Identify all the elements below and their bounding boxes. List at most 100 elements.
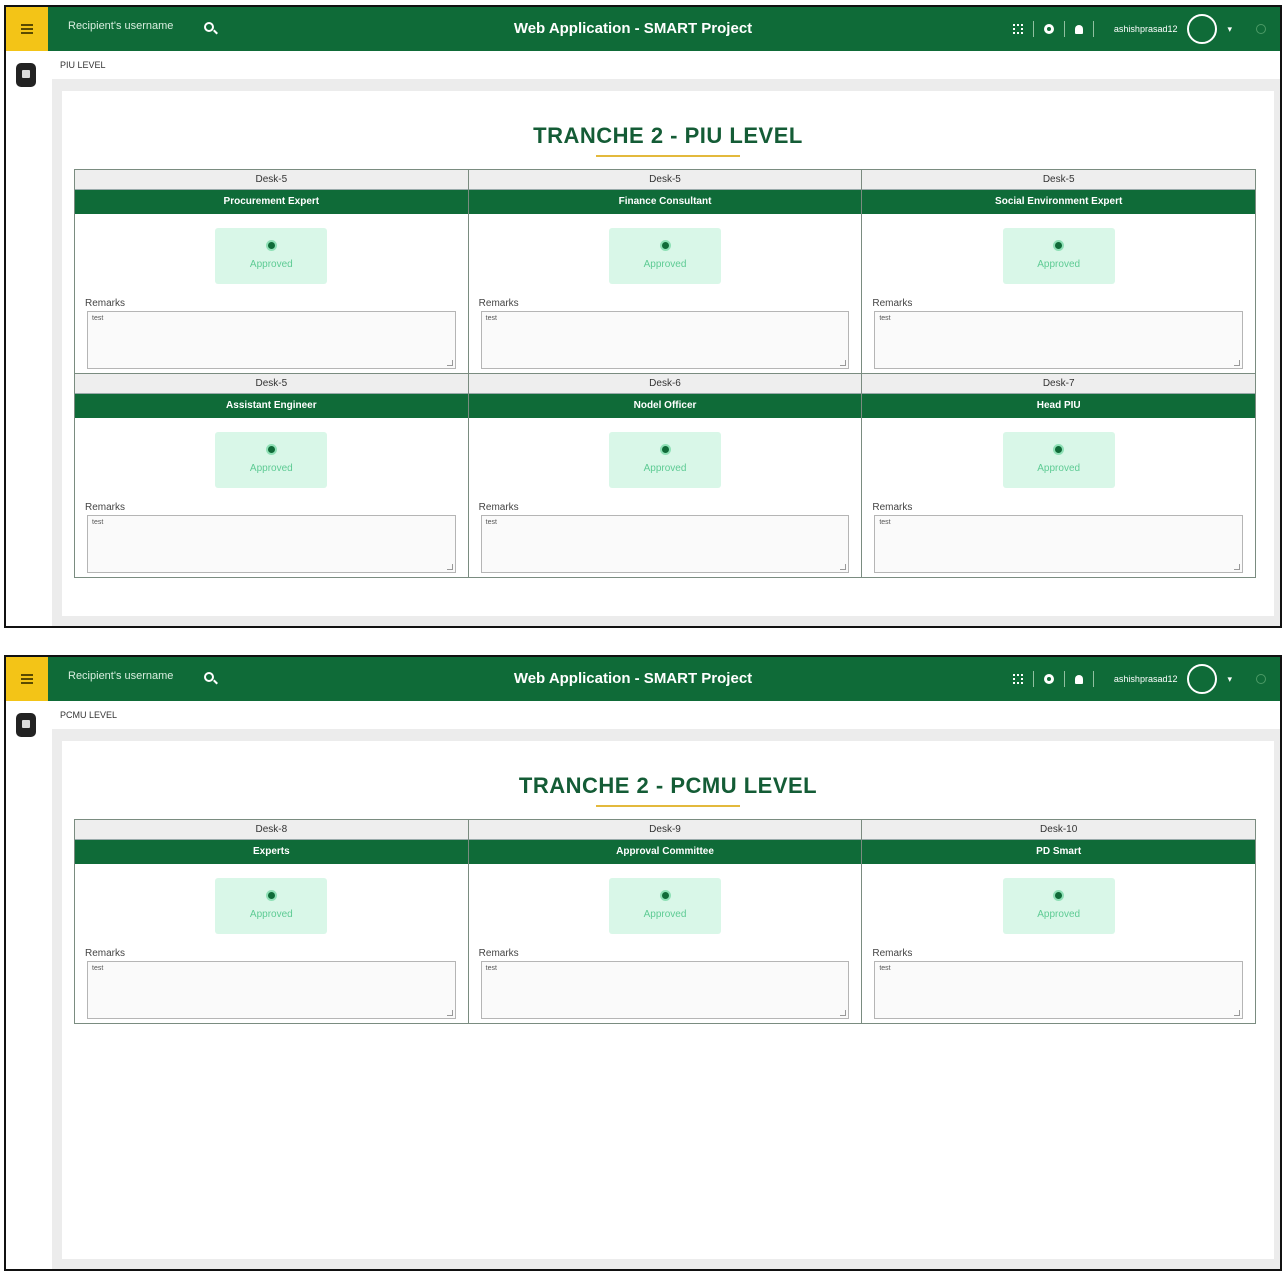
remarks-textarea[interactable]: test (87, 515, 456, 573)
role-title: PD Smart (862, 840, 1256, 864)
remarks-label: Remarks (872, 502, 913, 513)
remarks-textarea[interactable]: test (480, 961, 850, 1019)
divider (1032, 21, 1034, 37)
main-panel: TRANCHE 2 - PCMU LEVEL Desk-8 Experts Appr… (62, 741, 1274, 1259)
fullscreen-icon[interactable] (1012, 674, 1023, 684)
role-title: Social Environment Expert (862, 190, 1256, 214)
chevron-down-icon[interactable]: ▾ (1227, 24, 1232, 35)
status-badge: Approved (215, 228, 328, 284)
remarks-textarea[interactable]: test (480, 515, 850, 573)
status-text: Approved (1037, 259, 1081, 270)
role-title: Nodel Officer (468, 394, 862, 418)
status-text: Approved (1037, 909, 1081, 920)
desk-row: Desk-5 Assistant Engineer Approved Remarks t… (75, 373, 1256, 577)
remarks-textarea[interactable]: test (874, 961, 1244, 1019)
desk-card: Desk-9 Approval Committee Approved Remarks t… (468, 820, 863, 1023)
main-panel: TRANCHE 2 - PIU LEVEL Desk-5 Procurement … (62, 91, 1274, 616)
check-circle-icon (659, 444, 671, 455)
chevron-down-icon[interactable]: ▾ (1227, 674, 1232, 685)
status-badge: Approved (1002, 878, 1115, 934)
role-title: Experts (75, 840, 468, 864)
desk-card: Desk-10 PD Smart Approved Remarks test (862, 820, 1256, 1023)
check-circle-icon (1053, 240, 1065, 251)
remarks-label: Remarks (85, 948, 126, 959)
remarks-label: Remarks (872, 298, 913, 309)
remarks-textarea[interactable]: test (87, 961, 456, 1019)
check-circle-icon (265, 444, 277, 455)
page-title: TRANCHE 2 - PIU LEVEL (533, 123, 803, 148)
status-badge: Approved (1002, 228, 1115, 284)
remarks-textarea[interactable]: test (480, 311, 850, 369)
screenshot-pcmu-level: Recipient's username Web Application - S… (4, 655, 1282, 1271)
avatar[interactable] (1187, 664, 1218, 694)
remarks-textarea[interactable]: test (874, 515, 1244, 573)
desk-card: Desk-5 Social Environment Expert Approved R… (862, 170, 1256, 373)
status-text: Approved (249, 463, 293, 474)
status-badge: Approved (215, 432, 328, 488)
remarks-label: Remarks (478, 502, 519, 513)
title-underline (596, 155, 740, 157)
divider (1092, 21, 1094, 37)
desk-label: Desk-5 (468, 170, 862, 190)
desk-grid: Desk-8 Experts Approved Remarks test Desk-9 Ap… (74, 819, 1256, 1024)
power-icon[interactable] (1256, 24, 1266, 34)
bell-icon[interactable] (1074, 24, 1083, 34)
header-tools: ashishprasad12 ▾ (1012, 7, 1266, 51)
desk-row: Desk-5 Procurement Expert Approved Remarks t… (75, 170, 1256, 373)
sidebar-toggle-icon[interactable] (16, 63, 36, 87)
desk-label: Desk-7 (862, 374, 1256, 394)
check-circle-icon (265, 890, 277, 901)
title-underline (596, 805, 740, 807)
status-badge: Approved (1002, 432, 1115, 488)
desk-label: Desk-8 (75, 820, 468, 840)
status-text: Approved (1037, 463, 1081, 474)
divider (1063, 21, 1065, 37)
desk-label: Desk-5 (862, 170, 1256, 190)
top-navbar: Recipient's username Web Application - S… (6, 657, 1280, 701)
status-text: Approved (643, 259, 687, 270)
desk-card: Desk-5 Procurement Expert Approved Remarks t… (75, 170, 469, 373)
desk-card: Desk-5 Assistant Engineer Approved Remarks t… (75, 374, 469, 577)
username[interactable]: ashishprasad12 (1114, 674, 1178, 684)
check-circle-icon (659, 240, 671, 251)
gear-icon[interactable] (1043, 674, 1054, 684)
sidebar-toggle-icon[interactable] (16, 713, 36, 737)
desk-grid: Desk-5 Procurement Expert Approved Remarks t… (74, 169, 1256, 578)
status-text: Approved (249, 259, 293, 270)
gear-icon[interactable] (1043, 24, 1054, 34)
power-icon[interactable] (1256, 674, 1266, 684)
role-title: Procurement Expert (75, 190, 468, 214)
remarks-label: Remarks (85, 502, 126, 513)
divider (1092, 671, 1094, 687)
check-circle-icon (265, 240, 277, 251)
desk-label: Desk-5 (75, 170, 468, 190)
status-badge: Approved (215, 878, 328, 934)
page-title: TRANCHE 2 - PCMU LEVEL (518, 773, 818, 798)
desk-card: Desk-7 Head PIU Approved Remarks test (862, 374, 1256, 577)
status-text: Approved (249, 909, 293, 920)
remarks-textarea[interactable]: test (87, 311, 456, 369)
divider (1063, 671, 1065, 687)
top-navbar: Recipient's username Web Application - S… (6, 7, 1280, 51)
screenshot-piu-level: Recipient's username Web Application - S… (4, 5, 1282, 628)
status-text: Approved (643, 909, 687, 920)
remarks-textarea[interactable]: test (874, 311, 1244, 369)
header-tools: ashishprasad12 ▾ (1012, 657, 1266, 701)
avatar[interactable] (1187, 14, 1218, 44)
desk-card: Desk-6 Nodel Officer Approved Remarks test (468, 374, 863, 577)
breadcrumb: PIU LEVEL (60, 60, 106, 70)
status-badge: Approved (609, 432, 721, 488)
remarks-label: Remarks (478, 948, 519, 959)
desk-row: Desk-8 Experts Approved Remarks test Desk-9 Ap… (75, 820, 1256, 1023)
role-title: Assistant Engineer (75, 394, 468, 418)
status-badge: Approved (609, 878, 721, 934)
status-text: Approved (643, 463, 687, 474)
role-title: Head PIU (862, 394, 1256, 418)
role-title: Finance Consultant (468, 190, 862, 214)
bell-icon[interactable] (1074, 674, 1083, 684)
check-circle-icon (1053, 444, 1065, 455)
content-area: TRANCHE 2 - PIU LEVEL Desk-5 Procurement … (52, 79, 1280, 626)
fullscreen-icon[interactable] (1012, 24, 1023, 34)
username[interactable]: ashishprasad12 (1114, 24, 1178, 34)
content-area: TRANCHE 2 - PCMU LEVEL Desk-8 Experts Appr… (52, 729, 1280, 1269)
